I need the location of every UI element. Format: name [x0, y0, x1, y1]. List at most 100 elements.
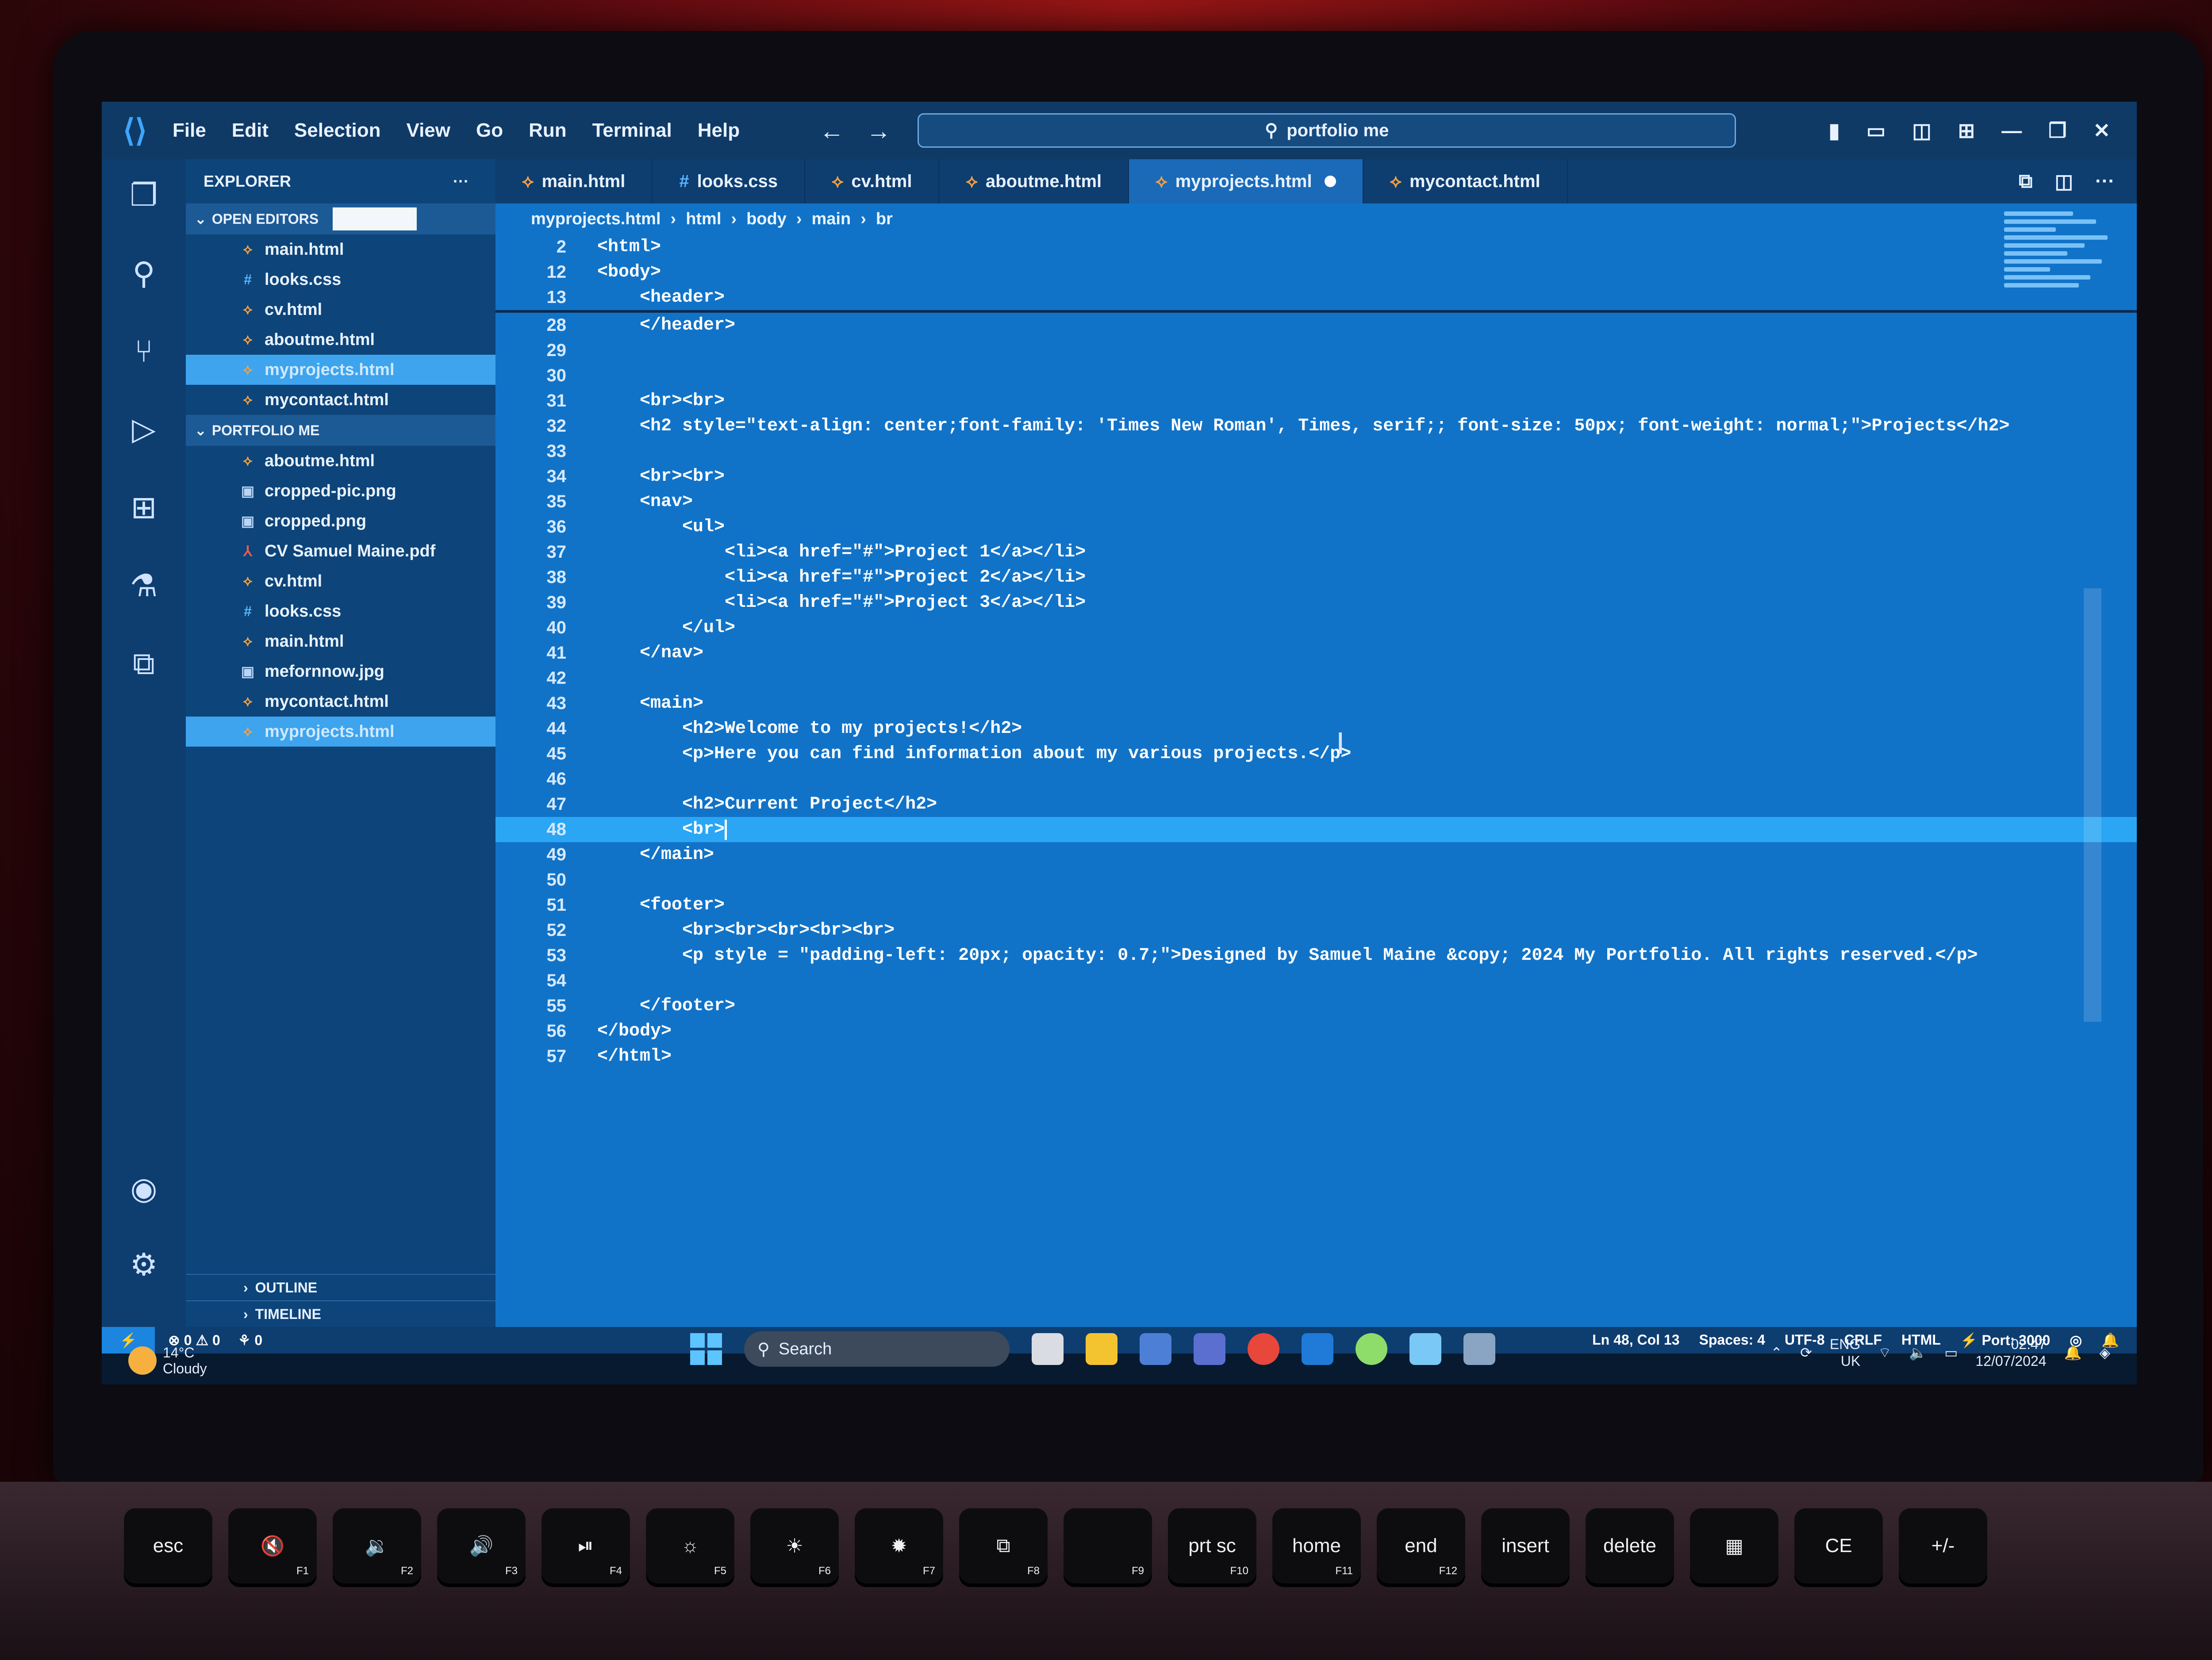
- code-line[interactable]: 51 <footer>: [495, 893, 2137, 918]
- key[interactable]: +/-: [1899, 1508, 1987, 1583]
- code-line[interactable]: 40 </ul>: [495, 615, 2137, 640]
- file-item[interactable]: ▣ cropped-pic.png: [186, 476, 495, 506]
- chrome-icon[interactable]: [1248, 1333, 1279, 1365]
- file-item[interactable]: # looks.css: [186, 265, 495, 295]
- code-line[interactable]: 55 </footer>: [495, 993, 2137, 1019]
- more-actions-icon[interactable]: ···: [2095, 170, 2115, 192]
- code-line[interactable]: 52 <br><br><br><br><br>: [495, 918, 2137, 943]
- tab-myprojects-html[interactable]: ⟡ myprojects.html: [1129, 159, 1363, 203]
- vscode-taskbar-icon[interactable]: [1302, 1333, 1333, 1365]
- code-line[interactable]: 44 <h2>Welcome to my projects!</h2>: [495, 716, 2137, 741]
- file-item[interactable]: ⟡ cv.html: [186, 295, 495, 325]
- task-view-icon[interactable]: [1032, 1333, 1064, 1365]
- code-editor[interactable]: myprojects.html › html › body › main › br 2 <html…: [495, 203, 2137, 1327]
- settings-icon[interactable]: [1463, 1333, 1495, 1365]
- code-line[interactable]: 53 <p style = "padding-left: 20px; opaci…: [495, 943, 2137, 968]
- menu-item-file[interactable]: File: [173, 119, 206, 142]
- file-item[interactable]: ⟡ mycontact.html: [186, 686, 495, 717]
- code-line[interactable]: 42: [495, 666, 2137, 691]
- code-line[interactable]: 43 <main>: [495, 691, 2137, 716]
- indentation[interactable]: Spaces: 4: [1699, 1332, 1765, 1349]
- customize-layout-icon[interactable]: ⊞: [1958, 119, 1975, 142]
- key[interactable]: CE: [1794, 1508, 1883, 1583]
- code-line[interactable]: 36 <ul>: [495, 514, 2137, 540]
- tab-main-html[interactable]: ⟡ main.html: [495, 159, 653, 203]
- code-line[interactable]: 32 <h2 style="text-align: center;font-fa…: [495, 414, 2137, 439]
- key[interactable]: ⧉ F8: [959, 1508, 1048, 1583]
- file-item[interactable]: ⟡ myprojects.html: [186, 355, 495, 385]
- key[interactable]: ▦: [1690, 1508, 1778, 1583]
- code-line[interactable]: 56 </body>: [495, 1019, 2137, 1044]
- minimize-icon[interactable]: —: [2001, 119, 2022, 142]
- file-item[interactable]: ⟡ aboutme.html: [186, 446, 495, 476]
- restore-icon[interactable]: ❐: [2048, 119, 2066, 142]
- notepad-icon[interactable]: [1409, 1333, 1441, 1365]
- code-line[interactable]: 33: [495, 439, 2137, 464]
- vertical-scrollbar[interactable]: [2084, 588, 2101, 1022]
- sync-icon[interactable]: ⟳: [1800, 1344, 1812, 1361]
- menu-item-view[interactable]: View: [407, 119, 450, 142]
- file-item[interactable]: # looks.css: [186, 596, 495, 626]
- code-line[interactable]: 46: [495, 767, 2137, 792]
- language-indicator[interactable]: ENG UK: [1830, 1336, 1860, 1369]
- breadcrumb-item[interactable]: br: [876, 210, 893, 229]
- file-item[interactable]: ⟡ myprojects.html: [186, 717, 495, 747]
- timeline-section[interactable]: › TIMELINE: [186, 1300, 495, 1327]
- unsaved-dot-icon[interactable]: [1324, 176, 1336, 187]
- code-line[interactable]: 12 <body>: [495, 260, 2137, 285]
- app-green-icon[interactable]: [1356, 1333, 1387, 1365]
- menu-item-run[interactable]: Run: [529, 119, 567, 142]
- code-line[interactable]: 49 </main>: [495, 842, 2137, 867]
- code-line[interactable]: 45 <p>Here you can find information abou…: [495, 741, 2137, 767]
- code-line[interactable]: 35 <nav>: [495, 489, 2137, 514]
- key[interactable]: ✹ F7: [855, 1508, 943, 1583]
- key[interactable]: F9: [1064, 1508, 1152, 1583]
- file-item[interactable]: ⟡ main.html: [186, 234, 495, 265]
- explorer-icon[interactable]: ❐: [130, 177, 158, 213]
- key[interactable]: ☼ F5: [646, 1508, 734, 1583]
- breadcrumb-item[interactable]: body: [746, 210, 787, 229]
- code-line[interactable]: 54: [495, 968, 2137, 993]
- code-line[interactable]: 39 <li><a href="#">Project 3</a></li>: [495, 590, 2137, 615]
- key[interactable]: end F12: [1377, 1508, 1465, 1583]
- testing-icon[interactable]: ⚗: [130, 567, 158, 604]
- more-actions-icon[interactable]: ···: [453, 172, 469, 191]
- file-item[interactable]: ⟡ cv.html: [186, 566, 495, 596]
- code-line[interactable]: 41 </nav>: [495, 640, 2137, 666]
- account-icon[interactable]: ◉: [130, 1170, 157, 1207]
- code-line[interactable]: 28 </header>: [495, 313, 2137, 338]
- tab-aboutme-html[interactable]: ⟡ aboutme.html: [939, 159, 1129, 203]
- key[interactable]: ☀ F6: [750, 1508, 839, 1583]
- file-item[interactable]: ⟡ main.html: [186, 626, 495, 656]
- code-line[interactable]: 34 <br><br>: [495, 464, 2137, 489]
- key[interactable]: delete: [1586, 1508, 1674, 1583]
- close-icon[interactable]: ✕: [2093, 119, 2110, 142]
- bell-icon[interactable]: 🔔: [2064, 1344, 2082, 1361]
- run-debug-icon[interactable]: ▷: [132, 411, 156, 447]
- teams-icon[interactable]: [1140, 1333, 1171, 1365]
- folder-section[interactable]: ⌄ PORTFOLIO ME: [186, 415, 495, 446]
- tab-cv-html[interactable]: ⟡ cv.html: [805, 159, 940, 203]
- battery-icon[interactable]: ▭: [1944, 1344, 1958, 1361]
- back-arrow-icon[interactable]: ←: [819, 116, 844, 145]
- forward-arrow-icon[interactable]: →: [866, 116, 891, 145]
- key[interactable]: insert: [1481, 1508, 1570, 1583]
- code-line[interactable]: 38 <li><a href="#">Project 2</a></li>: [495, 565, 2137, 590]
- code-line[interactable]: 47 <h2>Current Project</h2>: [495, 792, 2137, 817]
- tab-looks-css[interactable]: # looks.css: [653, 159, 805, 203]
- code-line[interactable]: 13 <header>: [495, 285, 2137, 310]
- chevron-up-icon[interactable]: ⌃: [1770, 1344, 1782, 1361]
- taskbar-search[interactable]: ⚲ Search: [744, 1331, 1010, 1367]
- key[interactable]: 🔉 F2: [333, 1508, 421, 1583]
- file-item[interactable]: ▣ cropped.png: [186, 506, 495, 536]
- key[interactable]: ⏯ F4: [541, 1508, 630, 1583]
- menu-item-terminal[interactable]: Terminal: [592, 119, 672, 142]
- key[interactable]: 🔇 F1: [228, 1508, 317, 1583]
- cursor-position[interactable]: Ln 48, Col 13: [1592, 1332, 1679, 1349]
- split-editor-icon[interactable]: ◫: [2055, 170, 2073, 193]
- code-line[interactable]: 37 <li><a href="#">Project 1</a></li>: [495, 540, 2137, 565]
- wifi-icon[interactable]: ⌔: [1878, 1344, 1891, 1361]
- open-editors-section[interactable]: ⌄ OPEN EDITORS: [186, 203, 495, 234]
- breadcrumb-item[interactable]: main: [812, 210, 851, 229]
- outline-section[interactable]: › OUTLINE: [186, 1274, 495, 1300]
